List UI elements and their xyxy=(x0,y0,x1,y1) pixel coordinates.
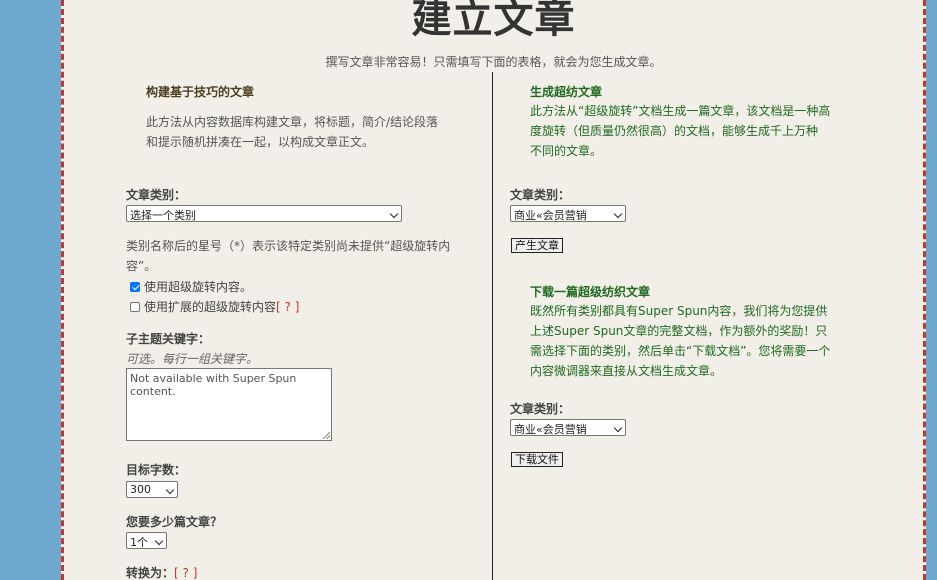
page-title: 建立文章 xyxy=(411,0,576,42)
extended-checkbox-row[interactable]: 使用扩展的超级旋转内容 [ ? ] xyxy=(130,298,299,315)
wordcount-select[interactable]: 300 xyxy=(126,481,178,498)
convert-help-link[interactable]: [ ? ] xyxy=(174,566,197,580)
chevron-down-icon xyxy=(613,423,623,433)
page-panel: 建立文章 撰写文章非常容易！只需填写下面的表格，就会为您生成文章。 构建基于技巧… xyxy=(61,0,926,580)
convert-label: 转换为：[ ? ] xyxy=(126,566,198,580)
download-category-label: 文章类别： xyxy=(510,402,571,416)
column-divider xyxy=(492,72,493,580)
spin-article-description: 此方法从“超级旋转”文档生成一篇文章，该文档是一种高 度旋转（但质量仍然很高）的… xyxy=(530,104,831,158)
resize-grip-icon[interactable] xyxy=(323,432,330,439)
generate-article-button[interactable]: 产生文章 xyxy=(511,238,563,253)
spin-category-label: 文章类别： xyxy=(510,188,571,202)
asterisk-note: 类别名称后的星号（*）表示该特定类别尚未提供“超级旋转内 容”。 xyxy=(126,239,451,273)
category-select[interactable]: 选择一个类别 xyxy=(126,205,402,222)
article-count-select[interactable]: 1个 xyxy=(126,532,167,549)
extended-checkbox-label: 使用扩展的超级旋转内容 xyxy=(144,300,277,314)
page-subtitle: 撰写文章非常容易！只需填写下面的表格，就会为您生成文章。 xyxy=(325,55,662,69)
download-description: 既然所有类别都具有Super Spun内容，我们将为您提供 上述Super Sp… xyxy=(530,304,831,378)
tips-article-heading: 构建基于技巧的文章 xyxy=(146,85,255,99)
extended-help-link[interactable]: [ ? ] xyxy=(276,300,299,314)
extended-checkbox[interactable] xyxy=(130,301,140,312)
spin-category-select[interactable]: 商业«会员营销 xyxy=(510,205,626,222)
superspun-checkbox-label: 使用超级旋转内容。 xyxy=(144,280,253,294)
subtopic-hint: 可选。每行一组关键字。 xyxy=(126,352,259,366)
subtopic-label: 子主题关键字： xyxy=(126,332,211,346)
spin-article-heading: 生成超纺文章 xyxy=(530,85,603,99)
superspun-checkbox[interactable] xyxy=(130,281,140,292)
superspun-checkbox-row[interactable]: 使用超级旋转内容。 xyxy=(130,278,252,295)
subtopic-textarea[interactable]: Not available with Super Spun content. xyxy=(126,368,332,441)
chevron-down-icon xyxy=(389,209,399,219)
download-file-button[interactable]: 下载文件 xyxy=(511,452,563,467)
download-heading: 下载一篇超级纺织文章 xyxy=(530,285,651,299)
category-label: 文章类别： xyxy=(126,188,187,202)
chevron-down-icon xyxy=(613,209,623,219)
chevron-down-icon xyxy=(154,536,164,546)
wordcount-label: 目标字数： xyxy=(126,463,187,477)
article-count-label: 您要多少篇文章？ xyxy=(126,515,223,529)
download-category-select[interactable]: 商业«会员营销 xyxy=(510,419,626,436)
tips-article-description: 此方法从内容数据库构建文章，将标题，简介/结论段落 和提示随机拼凑在一起，以构成… xyxy=(146,115,439,149)
chevron-down-icon xyxy=(165,485,175,495)
